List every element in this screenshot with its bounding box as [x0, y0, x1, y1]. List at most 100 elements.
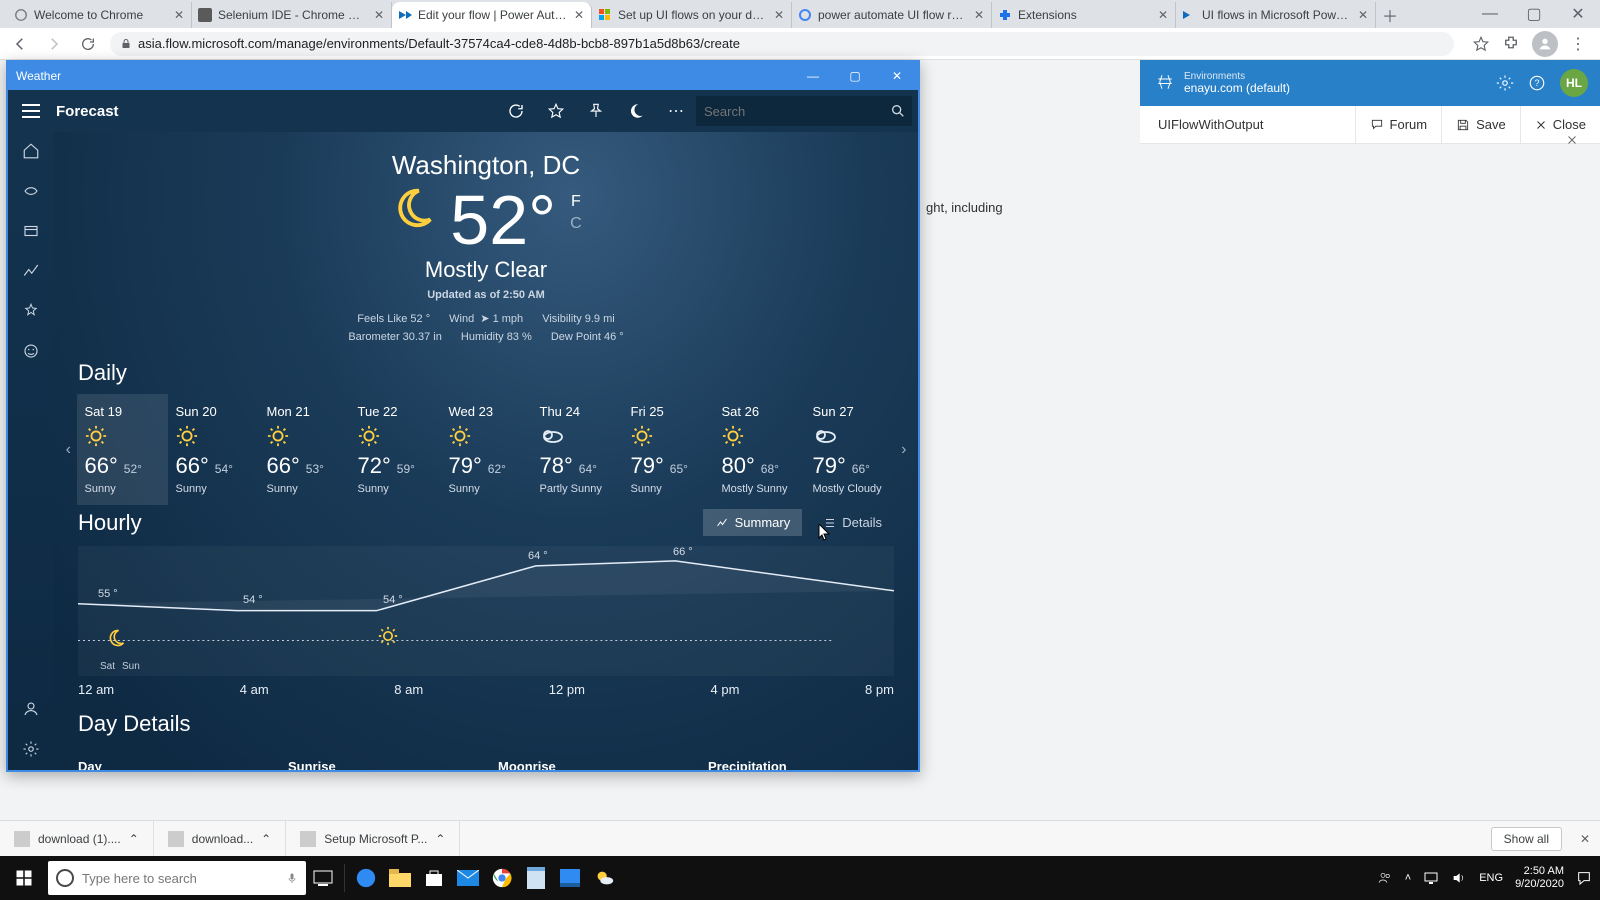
daily-card[interactable]: Fri 2579°65°Sunny [623, 394, 714, 505]
daily-card[interactable]: Sat 2680°68°Mostly Sunny [714, 394, 805, 505]
chrome-icon[interactable] [485, 856, 519, 900]
more-icon[interactable]: ⋯ [656, 101, 696, 121]
browser-tab[interactable]: Set up UI flows on your device - ✕ [592, 2, 792, 28]
people-icon[interactable] [1377, 870, 1393, 886]
prev-icon[interactable]: ‹ [60, 441, 77, 459]
environment-picker[interactable]: Environments enayu.com (default) [1140, 72, 1306, 94]
favorite-icon[interactable] [536, 102, 576, 120]
menu-icon[interactable]: ⋮ [1570, 34, 1586, 54]
close-icon[interactable]: ✕ [773, 9, 785, 21]
close-icon[interactable]: ✕ [1157, 9, 1169, 21]
close-icon[interactable]: ✕ [373, 9, 385, 21]
maximize-icon[interactable]: ▢ [1512, 0, 1556, 28]
close-icon[interactable]: ✕ [1556, 0, 1600, 28]
download-item[interactable]: download...⌃ [154, 821, 286, 856]
weather-taskbar-icon[interactable] [587, 856, 621, 900]
close-icon[interactable]: ✕ [173, 9, 185, 21]
browser-tab-active[interactable]: Edit your flow | Power Automate ✕ [392, 2, 592, 28]
chevron-up-icon[interactable]: ⌃ [261, 832, 271, 846]
explorer-icon[interactable] [383, 856, 417, 900]
favorites-icon[interactable] [20, 300, 42, 322]
settings-icon[interactable] [553, 856, 587, 900]
unit-toggle[interactable]: F C [570, 193, 582, 233]
news-icon[interactable] [20, 340, 42, 362]
extensions-icon[interactable] [1502, 35, 1520, 53]
start-button[interactable] [0, 856, 48, 900]
browser-tab[interactable]: UI flows in Microsoft Power Auto ✕ [1176, 2, 1376, 28]
network-icon[interactable] [1423, 870, 1439, 886]
maps-icon[interactable] [20, 180, 42, 202]
show-all-button[interactable]: Show all [1491, 827, 1562, 851]
close-icon[interactable]: ✕ [573, 9, 585, 21]
browser-tab[interactable]: power automate UI flow require ✕ [792, 2, 992, 28]
help-icon[interactable]: ? [1528, 74, 1546, 92]
close-icon[interactable]: ✕ [973, 9, 985, 21]
daily-card[interactable]: Sun 2779°66°Mostly Cloudy [805, 394, 896, 505]
mic-icon[interactable] [286, 870, 298, 886]
forward-button[interactable] [42, 32, 66, 56]
trends-icon[interactable] [20, 260, 42, 282]
back-button[interactable] [8, 32, 32, 56]
star-icon[interactable] [1472, 35, 1490, 53]
user-avatar[interactable]: HL [1560, 69, 1588, 97]
daily-card[interactable]: Wed 2379°62°Sunny [441, 394, 532, 505]
browser-tab[interactable]: Selenium IDE - Chrome Web Sto ✕ [192, 2, 392, 28]
lang-indicator[interactable]: ENG [1479, 872, 1503, 884]
edge-icon[interactable] [349, 856, 383, 900]
summary-button[interactable]: Summary [703, 509, 803, 536]
chevron-up-icon[interactable]: ⌃ [435, 832, 445, 846]
close-icon[interactable] [1566, 134, 1586, 154]
window-titlebar[interactable]: Weather — ▢ ✕ [8, 62, 918, 90]
pin-icon[interactable] [576, 102, 616, 120]
reload-button[interactable] [76, 32, 100, 56]
minimize-button[interactable]: — [792, 62, 834, 90]
search-box[interactable] [696, 96, 912, 126]
taskbar-search[interactable]: Type here to search [48, 861, 306, 895]
notifications-icon[interactable] [1576, 870, 1592, 886]
flow-name[interactable]: UIFlowWithOutput [1140, 117, 1355, 132]
tray-expand-icon[interactable]: ˄ [1405, 872, 1411, 884]
settings-icon[interactable] [20, 738, 42, 760]
account-icon[interactable] [20, 698, 42, 720]
profile-avatar[interactable] [1532, 31, 1558, 57]
hamburger-icon[interactable] [8, 104, 54, 118]
save-button[interactable]: Save [1441, 106, 1520, 143]
new-tab-button[interactable]: ＋ [1376, 2, 1404, 28]
mail-icon[interactable] [451, 856, 485, 900]
close-icon[interactable]: ✕ [1357, 9, 1369, 21]
store-icon[interactable] [417, 856, 451, 900]
moon-icon[interactable] [616, 102, 656, 120]
daily-card[interactable]: Tue 2272°59°Sunny [350, 394, 441, 505]
close-button[interactable]: Close [1520, 106, 1600, 143]
maximize-button[interactable]: ▢ [834, 62, 876, 90]
download-item[interactable]: Setup Microsoft P...⌃ [286, 821, 460, 856]
details-button[interactable]: Details [812, 509, 894, 536]
volume-icon[interactable] [1451, 870, 1467, 886]
address-bar[interactable]: asia.flow.microsoft.com/manage/environme… [110, 32, 1454, 56]
next-icon[interactable]: › [896, 441, 913, 459]
minimize-icon[interactable]: — [1468, 0, 1512, 28]
chevron-up-icon[interactable]: ⌃ [129, 832, 139, 846]
daily-card[interactable]: Sun 2066°54°Sunny [168, 394, 259, 505]
notepad-icon[interactable] [519, 856, 553, 900]
forum-button[interactable]: Forum [1355, 106, 1442, 143]
hourly-chart[interactable]: 55 ° 54 ° 54 ° 64 ° 66 ° Sat Sun [78, 546, 894, 676]
close-icon[interactable]: ✕ [1570, 832, 1600, 846]
daily-card[interactable]: Thu 2478°64°Partly Sunny [532, 394, 623, 505]
daily-card[interactable]: Mon 2166°53°Sunny [259, 394, 350, 505]
browser-tab[interactable]: Welcome to Chrome ✕ [8, 2, 192, 28]
home-icon[interactable] [20, 140, 42, 162]
browser-tab[interactable]: Extensions ✕ [992, 2, 1176, 28]
search-icon[interactable] [890, 103, 906, 119]
download-item[interactable]: download (1)....⌃ [0, 821, 154, 856]
unit-f[interactable]: F [570, 193, 582, 211]
search-input[interactable] [696, 104, 876, 119]
task-view-icon[interactable] [306, 856, 340, 900]
daily-card[interactable]: Sat 1966°52°Sunny [77, 394, 168, 505]
close-button[interactable]: ✕ [876, 62, 918, 90]
refresh-icon[interactable] [496, 102, 536, 120]
clock[interactable]: 2:50 AM 9/20/2020 [1515, 865, 1564, 890]
unit-c[interactable]: C [570, 215, 582, 233]
history-icon[interactable] [20, 220, 42, 242]
settings-icon[interactable] [1496, 74, 1514, 92]
